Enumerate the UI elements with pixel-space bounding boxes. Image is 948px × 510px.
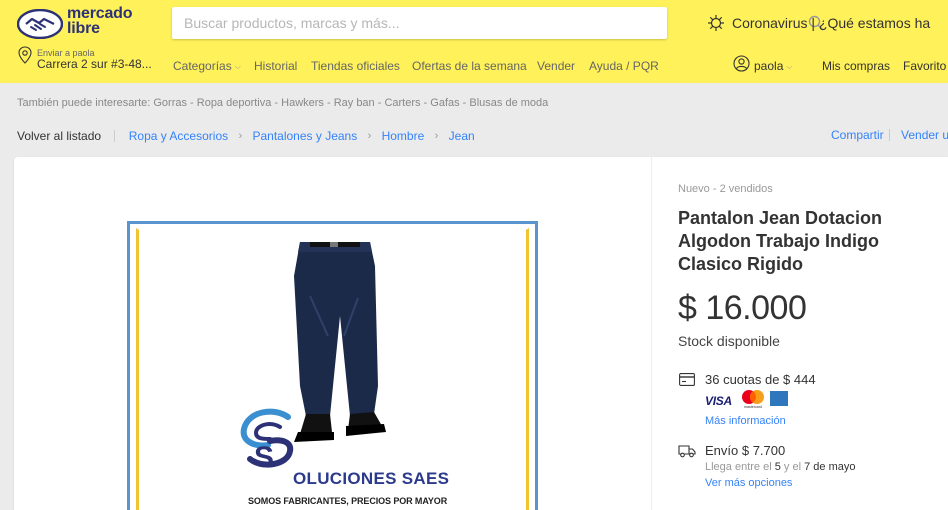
product-image[interactable]: S <box>127 221 538 510</box>
mastercard-label: mastercard <box>744 405 762 409</box>
stock-status: Stock disponible <box>678 333 780 349</box>
logo-text: mercado libre <box>67 5 133 37</box>
installments-text: 36 cuotas de $ 444 <box>705 372 816 387</box>
arrival-day-end: 7 de mayo <box>804 461 856 473</box>
brand-logo-letter: S <box>254 441 274 473</box>
search-input[interactable] <box>172 7 624 39</box>
sell-similar-link[interactable]: Vender u <box>901 128 948 142</box>
visa-icon: VISA <box>705 394 732 408</box>
more-shipping-options-link[interactable]: Ver más opciones <box>705 477 792 489</box>
mercadolibre-logo[interactable]: mercado libre <box>17 5 141 41</box>
search-bar <box>172 7 824 39</box>
chevron-down-icon: ⌵ <box>234 62 241 71</box>
chevron-right-icon: › <box>238 129 243 142</box>
shipping-cost: Envío $ 7.700 <box>705 443 786 458</box>
product-condition: Nuevo - 2 vendidos <box>678 183 773 195</box>
user-menu[interactable]: paola ⌵ <box>754 59 792 73</box>
breadcrumb-item[interactable]: Jean <box>449 129 475 143</box>
nav-official-stores[interactable]: Tiendas oficiales <box>311 59 400 73</box>
arrival-mid: y el <box>783 461 802 473</box>
arrival-estimate: Llega entre el 5 y el 7 de mayo <box>705 461 855 473</box>
location-pin-icon <box>18 46 32 64</box>
nav-favorites[interactable]: Favorito <box>903 59 946 73</box>
user-icon <box>733 55 750 72</box>
nav-help[interactable]: Ayuda / PQR <box>589 59 659 73</box>
arrival-day-start: 5 <box>774 461 781 473</box>
arrival-prefix: Llega entre el <box>705 461 772 473</box>
user-name: paola <box>754 59 784 73</box>
virus-icon <box>708 15 724 31</box>
back-to-list-link[interactable]: Volver al listado <box>17 129 101 143</box>
breadcrumb-divider <box>114 129 116 142</box>
product-price: $ 16.000 <box>678 289 807 327</box>
mastercard-icon: mastercard <box>742 390 764 409</box>
share-divider <box>889 129 890 141</box>
logo-line-1: mercado <box>67 5 133 22</box>
brand-logo-swirl: S <box>240 408 294 473</box>
breadcrumb-item[interactable]: Pantalones y Jeans <box>252 129 357 143</box>
brand-slogan: SOMOS FABRICANTES, PRECIOS POR MAYOR <box>248 496 448 506</box>
nav-categories[interactable]: Categorías ⌵ <box>173 59 241 73</box>
shipping-address[interactable]: Carrera 2 sur #3-48... <box>37 57 152 71</box>
card-divider <box>651 157 652 510</box>
nav-sell[interactable]: Vender <box>537 59 575 73</box>
nav-history[interactable]: Historial <box>254 59 297 73</box>
credit-card-icon <box>679 373 695 386</box>
product-title: Pantalon Jean Dotacion Algodon Trabajo I… <box>678 208 883 274</box>
chevron-right-icon: › <box>367 129 372 142</box>
breadcrumb: Volver al listado Ropa y Accesorios › Pa… <box>17 128 475 143</box>
logo-line-2: libre <box>67 20 100 37</box>
nav-my-purchases[interactable]: Mis compras <box>822 59 890 73</box>
nav-categories-label: Categorías <box>173 59 232 73</box>
breadcrumb-item[interactable]: Hombre <box>382 129 425 143</box>
share-link[interactable]: Compartir <box>831 128 884 142</box>
related-searches[interactable]: También puede interesarte: Gorras - Ropa… <box>17 97 548 109</box>
more-info-link[interactable]: Más información <box>705 415 786 427</box>
nav-deals[interactable]: Ofertas de la semana <box>412 59 527 73</box>
breadcrumb-item[interactable]: Ropa y Accesorios <box>129 129 228 143</box>
chevron-right-icon: › <box>434 129 439 142</box>
brand-name: OLUCIONES SAES <box>293 469 450 488</box>
truck-icon <box>678 445 696 458</box>
coronavirus-link[interactable]: Coronavirus | ¿Qué estamos ha <box>732 15 930 31</box>
handshake-logo-icon <box>17 9 63 39</box>
chevron-down-icon: ⌵ <box>786 62 793 71</box>
amex-icon <box>770 391 788 406</box>
